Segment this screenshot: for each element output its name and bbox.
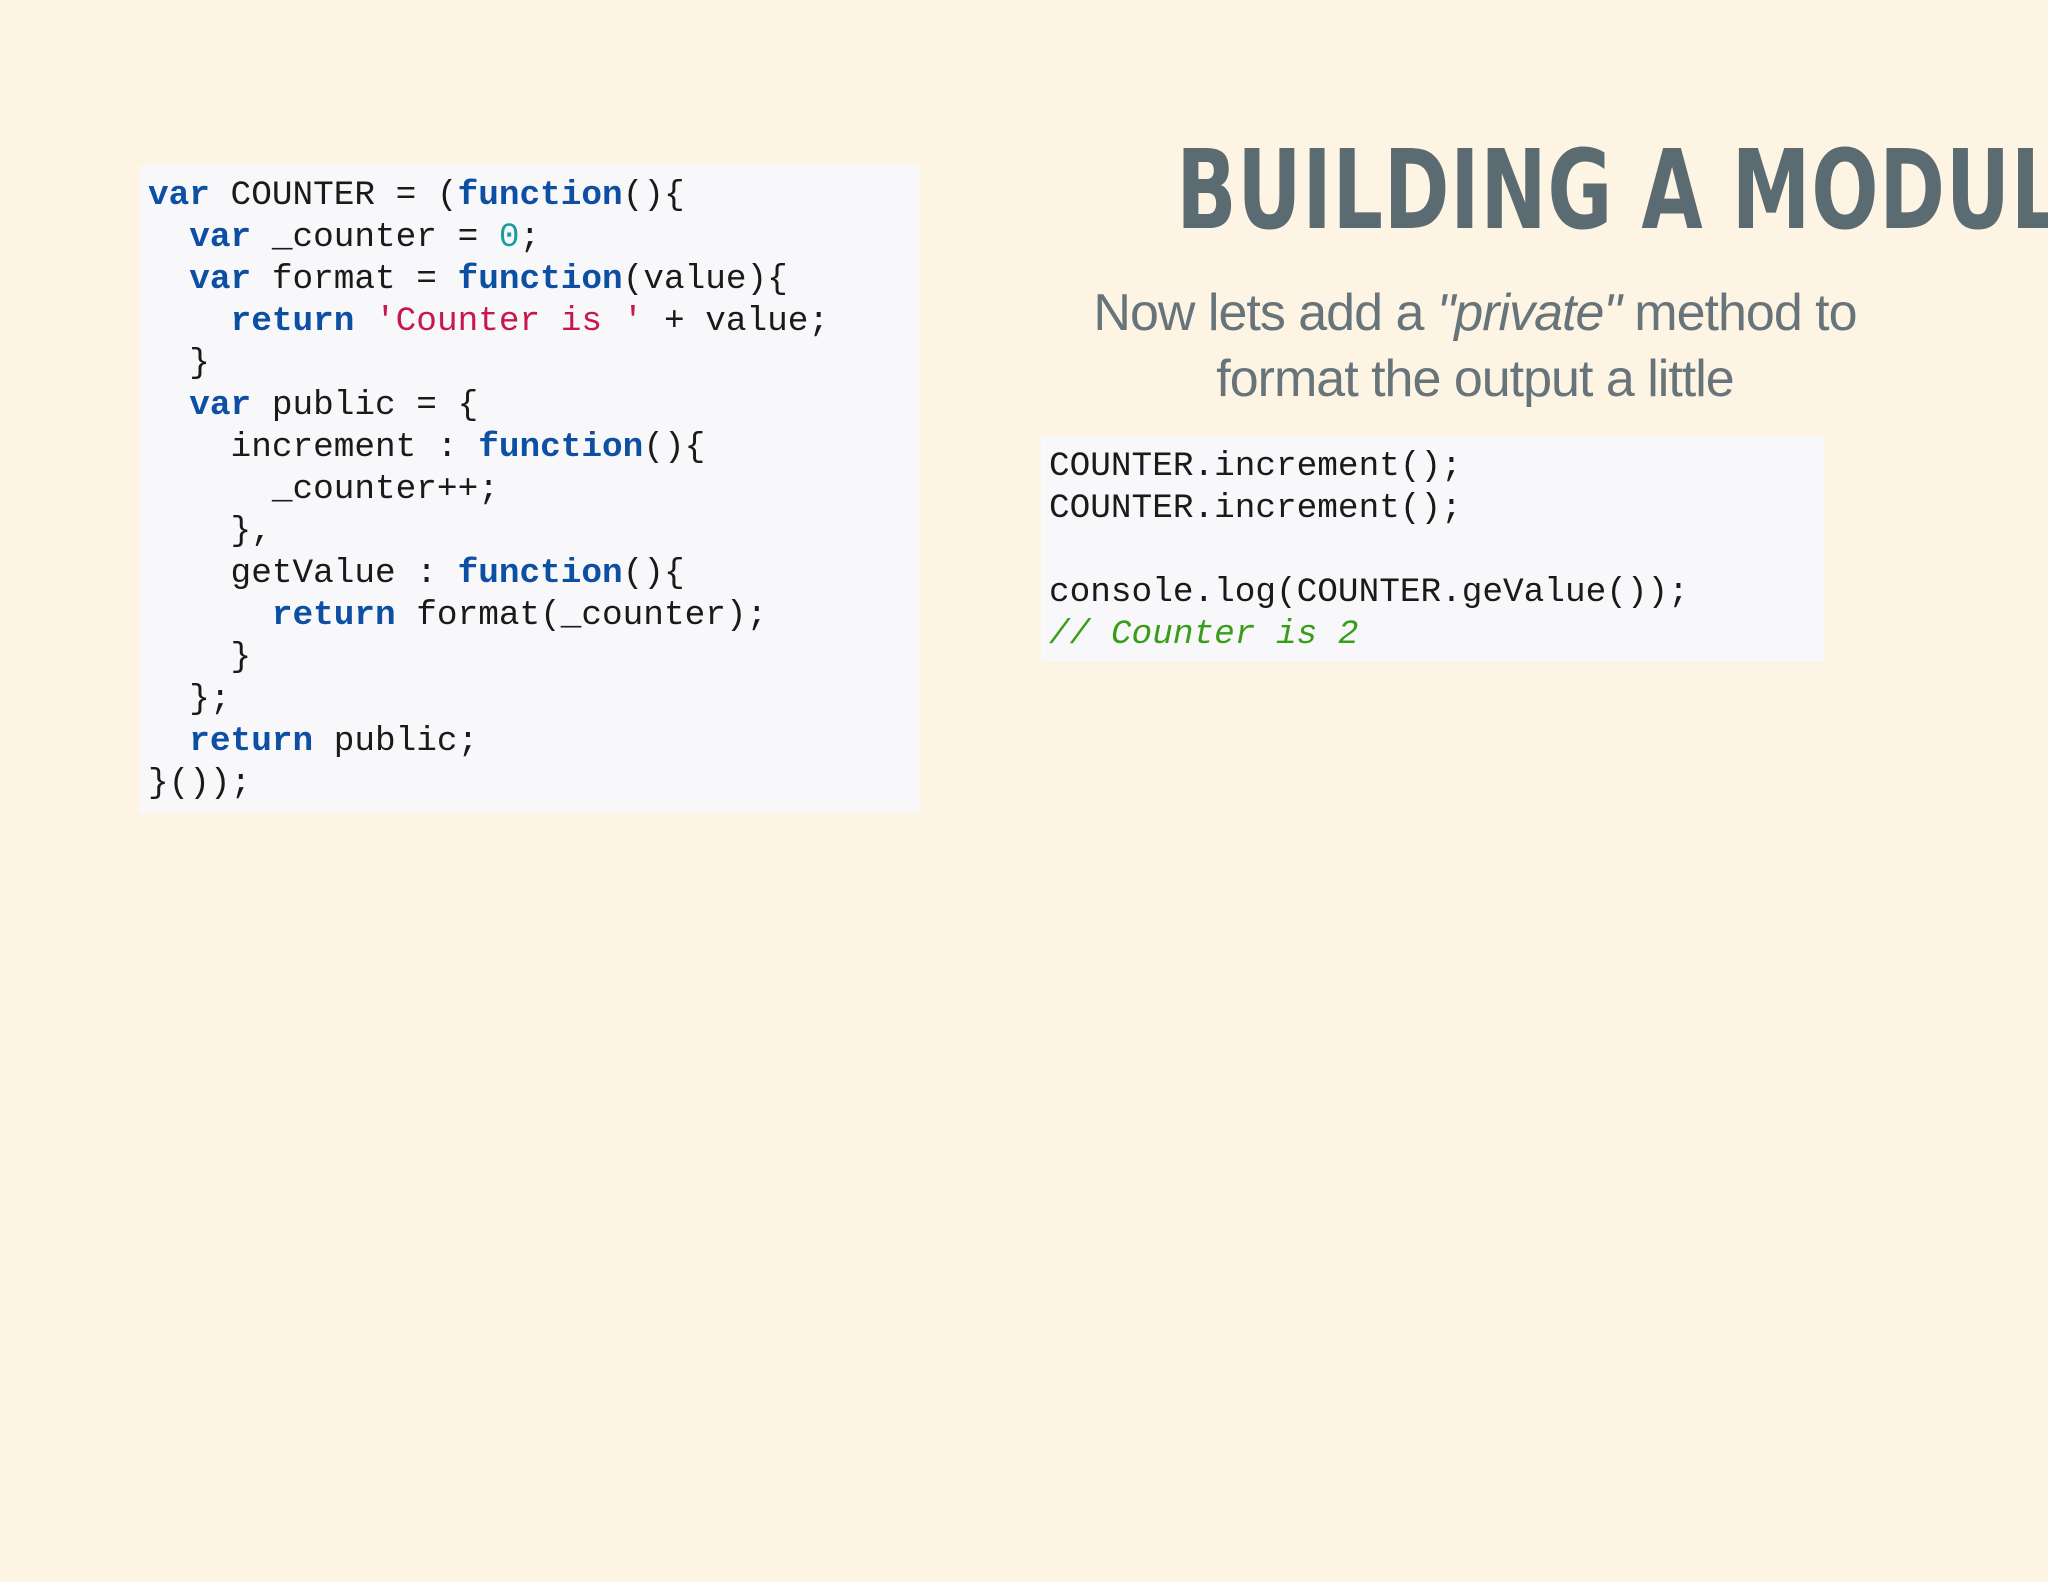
code-keyword: function bbox=[457, 176, 623, 215]
code-line: return public; bbox=[148, 721, 829, 763]
code-text: (){ bbox=[643, 428, 706, 467]
code-line: }()); bbox=[148, 763, 829, 805]
code-line: return 'Counter is ' + value; bbox=[148, 301, 830, 343]
slide-subtitle: Now lets add a "private" method to forma… bbox=[1060, 280, 1890, 412]
code-line: } bbox=[148, 343, 829, 385]
code-line: var format = function(value){ bbox=[148, 259, 829, 301]
code-text: }, bbox=[148, 512, 272, 551]
code-line: var public = { bbox=[148, 385, 829, 427]
code-line: var _counter = 0; bbox=[148, 217, 829, 259]
code-text: format = bbox=[251, 260, 458, 299]
slide-title: BUILDING A MODULE bbox=[1176, 126, 2048, 254]
code-text: console.log(COUNTER.geValue()); bbox=[1049, 573, 1689, 612]
code-text: } bbox=[148, 638, 252, 677]
code-keyword: function bbox=[457, 554, 623, 593]
code-text: + value; bbox=[643, 302, 830, 341]
code-line: // Counter is 2 bbox=[1049, 614, 1689, 656]
code-line: } bbox=[148, 637, 829, 679]
code-line: var COUNTER = (function(){ bbox=[148, 175, 829, 217]
code-text: format(_counter); bbox=[395, 596, 768, 635]
code-text: COUNTER.increment(); bbox=[1049, 489, 1462, 528]
code-text: } bbox=[148, 344, 210, 383]
code-text: (){ bbox=[622, 176, 685, 215]
code-text: ; bbox=[519, 218, 541, 257]
code-line: return format(_counter); bbox=[148, 595, 829, 637]
code-keyword: return bbox=[230, 302, 355, 341]
code-keyword: return bbox=[271, 596, 396, 635]
code-text: COUNTER.increment(); bbox=[1049, 447, 1462, 486]
code-keyword: function bbox=[478, 428, 644, 467]
code-keyword: var bbox=[148, 176, 210, 215]
code-keyword: function bbox=[457, 260, 623, 299]
code-text: }; bbox=[148, 680, 231, 719]
code-lines: var COUNTER = (function(){ var _counter … bbox=[148, 175, 829, 805]
code-line: console.log(COUNTER.geValue()); bbox=[1049, 572, 1689, 614]
code-comment: // Counter is 2 bbox=[1049, 615, 1359, 654]
code-number: 0 bbox=[498, 218, 520, 257]
code-line: }; bbox=[148, 679, 829, 721]
code-text: increment : bbox=[148, 428, 479, 467]
code-lines: COUNTER.increment(); COUNTER.increment();… bbox=[1049, 446, 1689, 656]
slide: var COUNTER = (function(){ var _counter … bbox=[0, 0, 2048, 1582]
subtitle-emphasis: "private" bbox=[1436, 284, 1622, 342]
code-text: COUNTER = ( bbox=[209, 176, 458, 215]
code-keyword: var bbox=[189, 218, 252, 257]
code-text: (){ bbox=[622, 554, 685, 593]
code-keyword: return bbox=[189, 722, 314, 761]
code-text: getValue : bbox=[148, 554, 458, 593]
code-keyword: var bbox=[189, 386, 252, 425]
subtitle-text: Now lets add a bbox=[1093, 284, 1437, 342]
code-string: 'Counter is ' bbox=[375, 302, 644, 341]
code-block-usage: COUNTER.increment(); COUNTER.increment();… bbox=[1041, 436, 1824, 662]
code-line: increment : function(){ bbox=[148, 427, 829, 469]
code-text: _counter++; bbox=[148, 470, 499, 509]
code-keyword: var bbox=[189, 260, 252, 299]
code-line: }, bbox=[148, 511, 829, 553]
code-block-counter-module: var COUNTER = (function(){ var _counter … bbox=[140, 165, 920, 813]
code-line: COUNTER.increment(); bbox=[1049, 446, 1689, 488]
code-line: _counter++; bbox=[148, 469, 829, 511]
code-text: (value){ bbox=[622, 260, 788, 299]
code-text: _counter = bbox=[251, 218, 499, 257]
code-text: public = { bbox=[251, 386, 479, 425]
code-text: public; bbox=[313, 722, 479, 761]
code-text: }()); bbox=[148, 764, 252, 803]
code-line: COUNTER.increment(); bbox=[1049, 488, 1689, 530]
code-line: getValue : function(){ bbox=[148, 553, 829, 595]
